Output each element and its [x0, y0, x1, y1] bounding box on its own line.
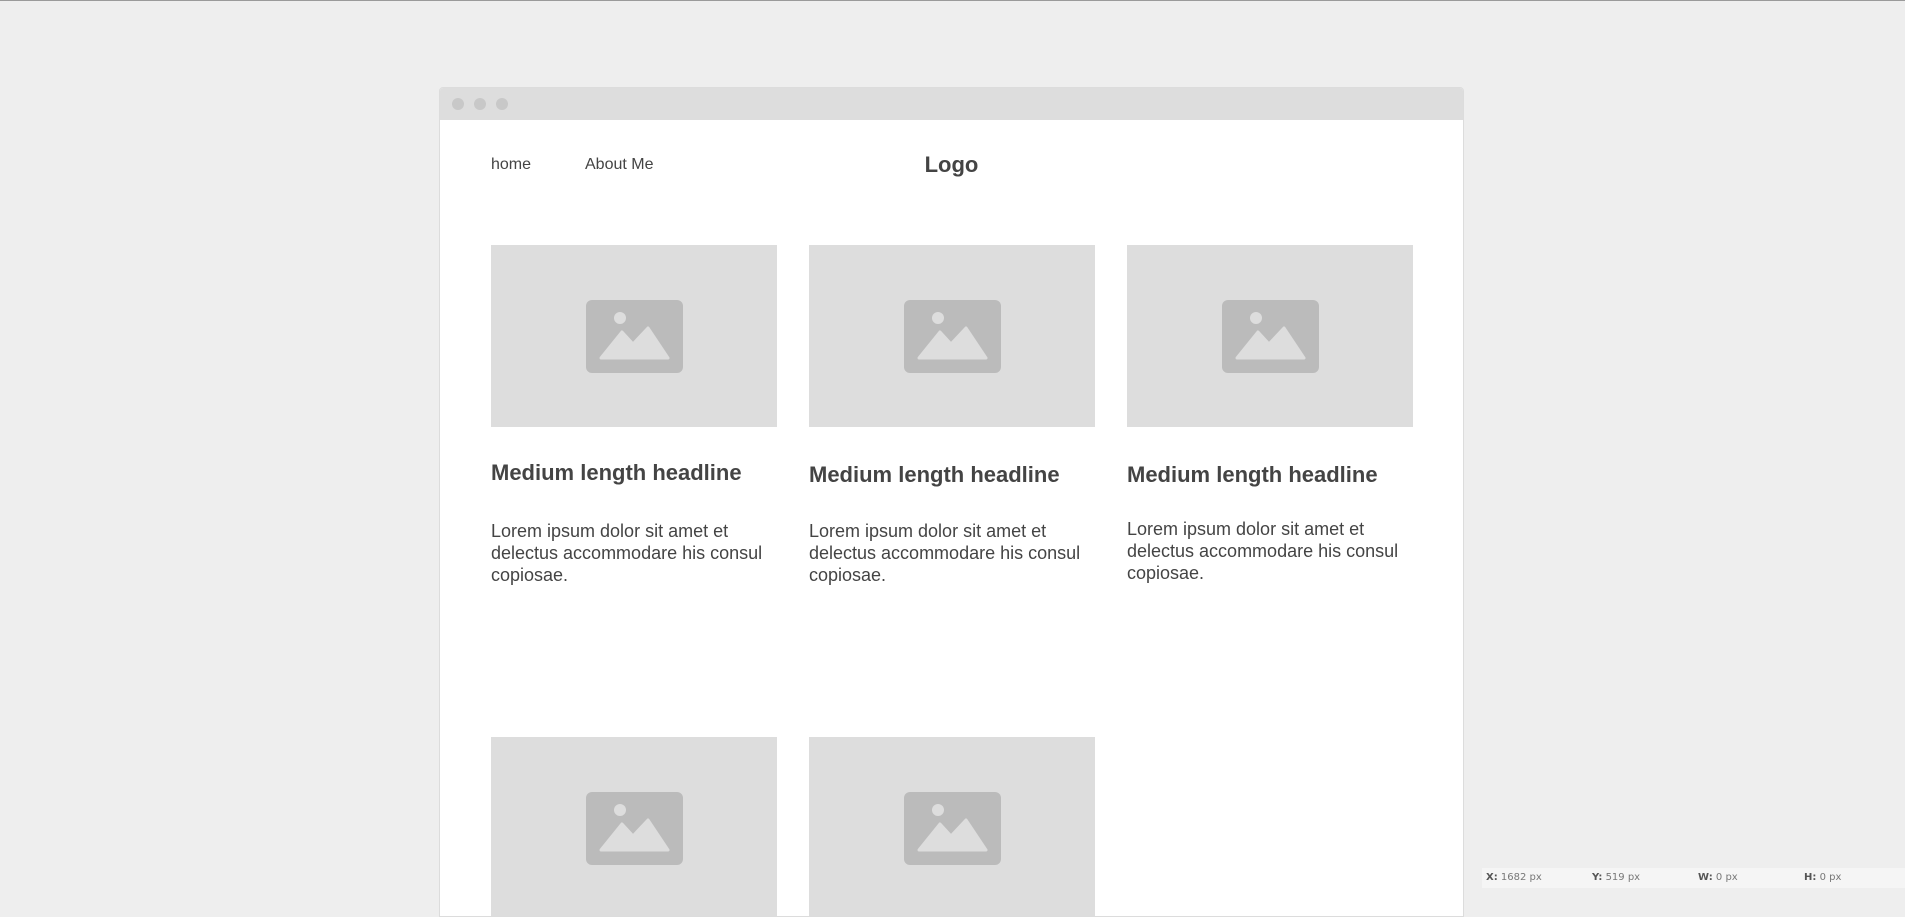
- width-readout: W: 0 px: [1698, 872, 1738, 883]
- content-card: Medium length headline Lorem ipsum dolor…: [491, 245, 777, 585]
- image-placeholder-icon: [1222, 300, 1319, 373]
- y-coordinate-readout: Y: 519 px: [1592, 872, 1640, 883]
- x-value: 1682 px: [1500, 872, 1542, 883]
- w-label: W:: [1698, 872, 1713, 883]
- image-placeholder-icon: [904, 300, 1001, 373]
- card-headline: Medium length headline: [491, 460, 742, 485]
- site-logo[interactable]: Logo: [440, 152, 1463, 178]
- w-value: 0 px: [1715, 872, 1738, 883]
- card-image-placeholder: [809, 737, 1095, 916]
- card-image-placeholder: [491, 245, 777, 427]
- image-placeholder-icon: [904, 792, 1001, 865]
- window-control-dot: [452, 98, 464, 110]
- card-body-text: Lorem ipsum dolor sit amet et delectus a…: [809, 521, 1081, 585]
- content-card: Medium length headline Lorem ipsum dolor…: [809, 245, 1095, 585]
- card-image-placeholder: [809, 245, 1095, 427]
- x-coordinate-readout: X: 1682 px: [1486, 872, 1542, 883]
- content-card: [491, 737, 777, 916]
- coordinates-status-bar: X: 1682 px Y: 519 px W: 0 px H: 0 px: [1482, 868, 1905, 888]
- height-readout: H: 0 px: [1804, 872, 1841, 883]
- window-control-dot: [474, 98, 486, 110]
- image-placeholder-icon: [586, 792, 683, 865]
- card-headline: Medium length headline: [1127, 462, 1378, 487]
- content-card: Medium length headline Lorem ipsum dolor…: [1127, 245, 1413, 583]
- y-label: Y:: [1592, 872, 1603, 883]
- window-control-dot: [496, 98, 508, 110]
- y-value: 519 px: [1605, 872, 1641, 883]
- content-card: [809, 737, 1095, 916]
- card-body-text: Lorem ipsum dolor sit amet et delectus a…: [1127, 519, 1399, 583]
- h-label: H:: [1804, 872, 1817, 883]
- card-image-placeholder: [491, 737, 777, 916]
- window-titlebar: [440, 88, 1463, 120]
- card-body-text: Lorem ipsum dolor sit amet et delectus a…: [491, 521, 763, 585]
- browser-window-mockup: home About Me Logo Medium length headlin…: [439, 87, 1464, 917]
- h-value: 0 px: [1819, 872, 1842, 883]
- image-placeholder-icon: [586, 300, 683, 373]
- x-label: X:: [1486, 872, 1498, 883]
- card-image-placeholder: [1127, 245, 1413, 427]
- card-headline: Medium length headline: [809, 462, 1060, 487]
